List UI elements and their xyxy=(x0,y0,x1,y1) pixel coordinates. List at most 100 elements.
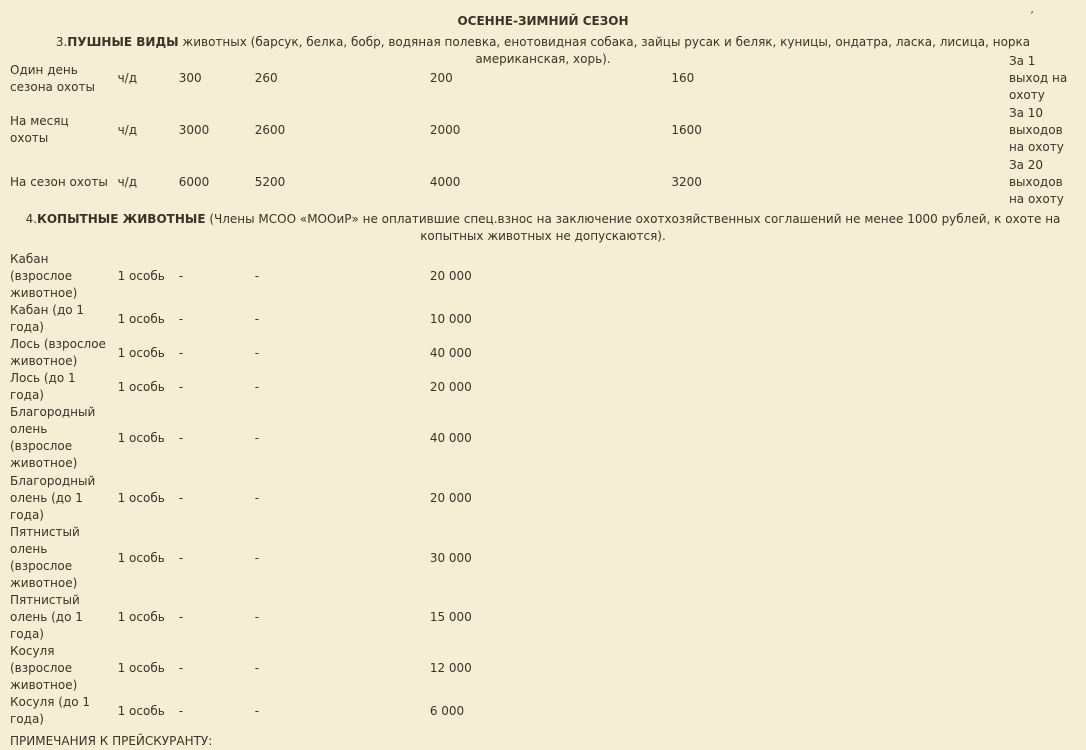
ungulate-cell-v3: 12 000 xyxy=(429,661,472,675)
fur-cell-v2: 2600 xyxy=(254,122,286,137)
empty-cell xyxy=(1005,336,1082,370)
ungulate-cell-unit: 1 особь xyxy=(117,311,165,326)
ungulate-cell-name: Косуля (до 1 года) xyxy=(10,695,91,726)
fur-cell-note: За 20 выходов на охоту xyxy=(1008,157,1064,206)
ungulate-cell-name: Кабан (взрослое животное) xyxy=(10,252,78,300)
ungulate-cell-unit: 1 особь xyxy=(117,430,165,445)
ungulate-cell-v2: - xyxy=(254,430,260,445)
ungulate-cell-v2: - xyxy=(254,550,260,565)
ungulate-cell-v2: - xyxy=(254,379,260,394)
table-row: Косуля (до 1 года) 1 особь - -6 000 xyxy=(6,694,1082,728)
ungulate-cell-v2: - xyxy=(254,490,260,505)
empty-cell xyxy=(1005,524,1082,592)
empty-cell xyxy=(667,592,1005,643)
ungulate-cell-v1: - xyxy=(178,379,184,394)
ungulate-cell-v1: - xyxy=(178,345,184,360)
ungulate-cell-v1: - xyxy=(178,703,184,718)
empty-cell xyxy=(667,370,1005,404)
fur-cell-note: За 1 выход на охоту xyxy=(1008,54,1068,102)
ungulate-cell-v1: - xyxy=(178,311,184,326)
ungulate-cell-v3: 20 000 xyxy=(429,269,472,283)
empty-cell xyxy=(667,404,1005,472)
empty-cell xyxy=(1005,302,1082,336)
fur-cell-v4: 160 xyxy=(671,71,695,85)
fur-cell-v1: 3000 xyxy=(178,122,210,137)
ungulate-cell-v3: 20 000 xyxy=(429,379,472,394)
ungulate-cell-name: Косуля (взрослое животное) xyxy=(10,644,78,692)
fur-cell-v3: 4000 xyxy=(429,174,461,189)
fur-cell-unit: ч/д xyxy=(117,122,138,137)
notes-title: ПРИМЕЧАНИЯ К ПРЕЙСКУРАНТУ: xyxy=(10,734,213,748)
section-4-description: (Члены МСОО «МООиР» не оплатившие спец.в… xyxy=(205,212,1061,243)
section-4-title: КОПЫТНЫЕ ЖИВОТНЫЕ xyxy=(37,212,206,226)
section-4-heading: 4.КОПЫТНЫЕ ЖИВОТНЫЕ (Члены МСОО «МООиР» … xyxy=(0,211,1086,245)
ungulate-cell-v3: 15 000 xyxy=(429,610,472,624)
fur-cell-note: За 10 выходов на охоту xyxy=(1008,105,1064,154)
ungulate-cell-name: Лось (до 1 года) xyxy=(10,371,76,402)
empty-cell xyxy=(1005,370,1082,404)
ungulate-cell-v1: - xyxy=(178,490,184,505)
ungulate-cell-v3: 40 000 xyxy=(429,345,472,360)
ungulate-cell-v2: - xyxy=(254,703,260,718)
empty-cell xyxy=(1005,694,1082,728)
section-3-number: 3. xyxy=(55,35,68,49)
ungulate-cell-name: Лось (взрослое животное) xyxy=(10,337,106,368)
ungulate-cell-v2: - xyxy=(254,345,260,360)
fur-cell-v2: 260 xyxy=(254,71,278,85)
ungulate-cell-v1: - xyxy=(178,430,184,445)
table-row: На месяц охоты ч/д 3000 2600 2000 1600 За 10 в… xyxy=(6,104,1082,156)
fur-cell-v4: 1600 xyxy=(671,122,702,137)
empty-cell xyxy=(667,302,1005,336)
empty-cell xyxy=(1005,592,1082,643)
fur-cell-unit: ч/д xyxy=(117,174,138,189)
ungulate-cell-v2: - xyxy=(254,610,260,624)
ungulate-cell-v1: - xyxy=(178,269,184,283)
ungulate-cell-v1: - xyxy=(178,550,184,565)
empty-cell xyxy=(1005,472,1082,524)
ungulate-cell-unit: 1 особь xyxy=(117,703,165,718)
ungulate-cell-v3: 20 000 xyxy=(429,490,472,505)
ungulate-cell-v3: 40 000 xyxy=(429,430,472,445)
table-row: На сезон охоты ч/д 6000 5200 4000 3200 За 20 в… xyxy=(6,156,1082,208)
fur-cell-unit: ч/д xyxy=(117,71,138,85)
ungulate-cell-v2: - xyxy=(254,311,260,326)
ungulate-cell-unit: 1 особь xyxy=(117,610,165,624)
ungulate-cell-v3: 30 000 xyxy=(429,550,472,565)
empty-cell xyxy=(667,694,1005,728)
ungulate-cell-v1: - xyxy=(178,661,184,675)
ungulate-cell-unit: 1 особь xyxy=(117,490,165,505)
ungulate-cell-v1: - xyxy=(178,610,184,624)
table-row: Кабан (взрослое животное) 1 особь - -20 000 xyxy=(6,251,1082,302)
top-edge-mark: ’ xyxy=(1030,9,1034,23)
table-row: Пятнистый олень (взрослое животное) 1 осо… xyxy=(6,524,1082,592)
table-row: Благородный олень (до 1 года) 1 особь - -20… xyxy=(6,472,1082,524)
fur-cell-name: На сезон охоты xyxy=(10,174,108,189)
fur-cell-v4: 3200 xyxy=(671,174,702,189)
ungulate-cell-v3: 10 000 xyxy=(429,311,472,326)
ungulate-cell-name: Пятнистый олень (до 1 года) xyxy=(10,593,83,641)
table-row: Благородный олень (взрослое животное) 1 о… xyxy=(6,404,1082,472)
empty-cell xyxy=(1005,251,1082,302)
fur-cell-v1: 6000 xyxy=(178,174,210,189)
ungulate-cell-unit: 1 особь xyxy=(117,345,165,360)
ungulate-cell-name: Благородный олень (до 1 года) xyxy=(10,473,96,522)
ungulate-cell-name: Пятнистый олень (взрослое животное) xyxy=(10,525,80,590)
table-row: Пятнистый олень (до 1 года) 1 особь - -15 0… xyxy=(6,592,1082,643)
ungulate-price-table: Кабан (взрослое животное) 1 особь - -20 000… xyxy=(6,251,1082,728)
table-row: Лось (до 1 года) 1 особь - -20 000 xyxy=(6,370,1082,404)
fur-cell-v3: 2000 xyxy=(429,122,461,137)
empty-cell xyxy=(667,643,1005,694)
empty-cell xyxy=(1005,643,1082,694)
ungulate-cell-unit: 1 особь xyxy=(117,379,165,394)
section-3-heading: 3.ПУШНЫЕ ВИДЫ животных (барсук, белка, б… xyxy=(0,34,1086,66)
table-row: Косуля (взрослое животное) 1 особь - -12 00… xyxy=(6,643,1082,694)
ungulate-cell-name: Кабан (до 1 года) xyxy=(10,303,85,334)
fur-price-table: Один день сезона охоты ч/д 300 260 200 160 За … xyxy=(6,53,1082,208)
ungulate-cell-unit: 1 особь xyxy=(117,269,165,283)
section-3-title: ПУШНЫЕ ВИДЫ xyxy=(67,35,179,49)
fur-cell-name: На месяц охоты xyxy=(10,114,69,145)
empty-cell xyxy=(667,336,1005,370)
fur-cell-v1: 300 xyxy=(178,71,202,85)
season-title: ОСЕННЕ-ЗИМНИЙ СЕЗОН xyxy=(457,14,629,28)
ungulate-cell-v2: - xyxy=(254,269,260,283)
